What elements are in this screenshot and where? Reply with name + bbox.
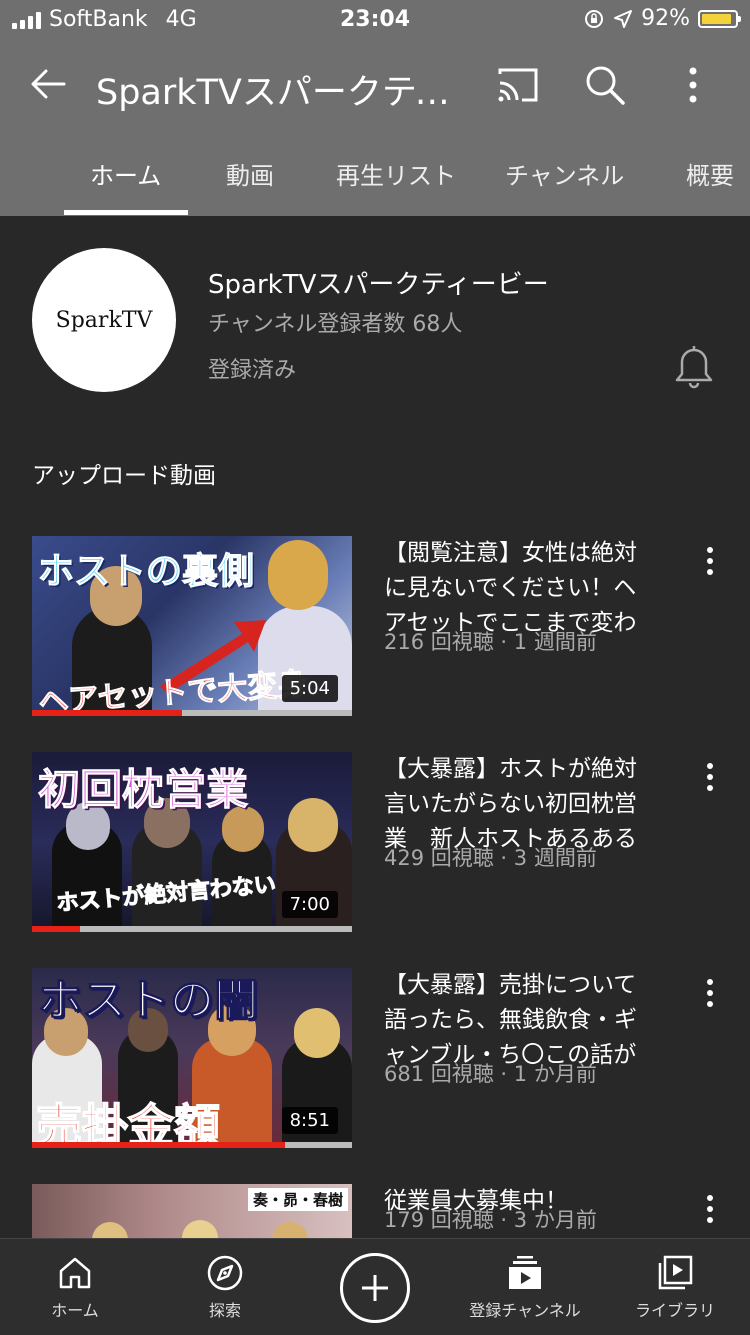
video-item[interactable]: ホストの裏側 ヘアセットで大変身 5:04 【閲覧注意】女性は絶対に見ないでくだ…	[0, 536, 750, 726]
video-item[interactable]: ホストの闇 売掛金額 8:51 【大暴露】売掛について語ったら、無銭飲食・ギャン…	[0, 968, 750, 1158]
watch-progress	[32, 710, 183, 716]
video-duration: 5:04	[281, 675, 338, 702]
video-meta: 216 回視聴 · 1 週間前	[384, 630, 597, 654]
section-title: アップロード動画	[32, 463, 216, 489]
channel-name: SparkTVスパークティービー	[208, 270, 549, 300]
subscriber-count: チャンネル登録者数 68人	[208, 312, 463, 337]
more-vert-icon[interactable]	[696, 1190, 724, 1230]
nav-label: ライブラリ	[634, 1301, 715, 1320]
subscribe-status-button[interactable]: 登録済み	[208, 352, 296, 384]
battery-icon	[698, 9, 741, 28]
nav-label: 登録チャンネル	[469, 1301, 581, 1320]
tab-channels[interactable]: チャンネル	[505, 156, 624, 191]
back-arrow-icon[interactable]	[28, 64, 68, 104]
compass-icon	[207, 1255, 243, 1291]
library-icon	[658, 1255, 693, 1290]
create-button[interactable]	[340, 1253, 410, 1323]
status-bar: SoftBank 4G 23:04 92%	[0, 0, 750, 40]
thumbnail-caption: 初回枕営業	[37, 765, 249, 815]
watch-progress-track	[32, 926, 352, 932]
search-icon[interactable]	[582, 62, 628, 108]
more-vert-icon[interactable]	[670, 62, 716, 108]
thumbnail-caption: 売掛金額	[35, 1098, 221, 1148]
nav-home[interactable]: ホーム	[0, 1249, 150, 1321]
thumbnail-caption: ホストの裏側	[37, 551, 255, 593]
bell-icon[interactable]	[672, 344, 716, 390]
watch-progress	[32, 926, 80, 932]
watch-progress	[32, 1142, 285, 1148]
app-bar: SparkTVスパークティービー	[0, 40, 750, 130]
tab-home[interactable]: ホーム	[90, 156, 161, 191]
video-meta: 681 回視聴 · 1 か月前	[384, 1062, 597, 1086]
more-vert-icon[interactable]	[696, 974, 724, 1014]
page-title: SparkTVスパークティービー	[96, 73, 466, 113]
create-plus-icon	[362, 1275, 388, 1301]
nav-explore[interactable]: 探索	[150, 1249, 300, 1321]
tab-playlists[interactable]: 再生リスト	[336, 156, 456, 191]
nav-library[interactable]: ライブラリ	[600, 1249, 750, 1321]
video-meta: 179 回視聴 · 3 か月前	[384, 1208, 597, 1232]
video-thumbnail[interactable]: 初回枕営業 ホストが絶対言わない 7:00	[32, 752, 352, 932]
more-vert-icon[interactable]	[696, 758, 724, 798]
rotation-lock-icon	[585, 9, 604, 28]
video-meta: 429 回視聴 · 3 週間前	[384, 846, 597, 870]
video-item[interactable]: 奏・昴・春樹 従業員大募集中！ 179 回視聴 · 3 か月前	[0, 1184, 750, 1238]
active-tab-indicator	[64, 210, 188, 215]
avatar-text: SparkTV	[55, 307, 153, 333]
battery-percent: 92%	[641, 6, 690, 31]
cast-icon[interactable]	[494, 62, 540, 108]
nav-label: 探索	[208, 1301, 241, 1320]
video-thumbnail[interactable]: ホストの裏側 ヘアセットで大変身 5:04	[32, 536, 352, 716]
tab-videos[interactable]: 動画	[226, 156, 274, 191]
video-duration: 7:00	[281, 891, 338, 918]
channel-tabs: ホーム 動画 再生リスト チャンネル 概要	[0, 130, 750, 216]
subscriptions-icon	[509, 1256, 541, 1289]
more-vert-icon[interactable]	[696, 542, 724, 582]
tab-about[interactable]: 概要	[686, 156, 734, 191]
video-item[interactable]: 初回枕営業 ホストが絶対言わない 7:00 【大暴露】ホストが絶対言いたがらない…	[0, 752, 750, 942]
bottom-nav: ホーム 探索 登録チャンネル ライブラリ	[0, 1238, 750, 1335]
video-thumbnail[interactable]: 奏・昴・春樹	[32, 1184, 352, 1238]
video-duration: 8:51	[281, 1107, 338, 1134]
nav-label: ホーム	[51, 1301, 99, 1320]
video-thumbnail[interactable]: ホストの闇 売掛金額 8:51	[32, 968, 352, 1148]
channel-header: SparkTV SparkTVスパークティービー チャンネル登録者数 68人 登…	[0, 216, 750, 436]
home-icon	[59, 1257, 91, 1289]
location-icon	[614, 9, 633, 28]
avatar[interactable]: SparkTV	[32, 248, 176, 392]
thumbnail-caption: 奏・昴・春樹	[247, 1188, 348, 1211]
nav-subscriptions[interactable]: 登録チャンネル	[450, 1249, 600, 1321]
thumbnail-caption: ホストの闇	[38, 975, 259, 1027]
